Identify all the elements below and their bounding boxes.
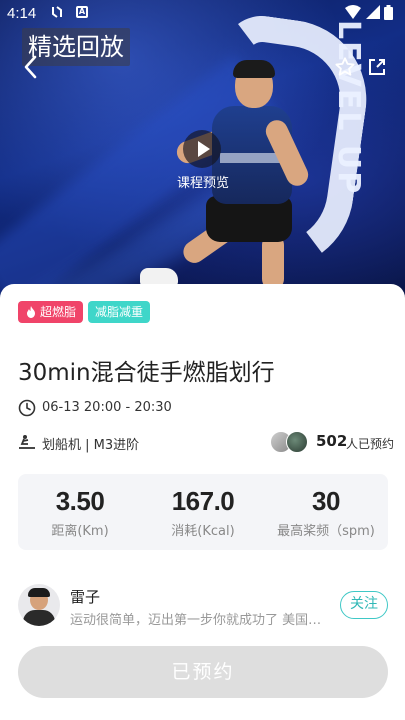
booked-suffix: 人已预约: [346, 437, 395, 451]
stat-calories: 167.0 消耗(Kcal): [141, 486, 265, 539]
stat-distance: 3.50 距离(Km): [18, 486, 142, 539]
tag-hot-label: 超燃脂: [40, 305, 77, 319]
follow-button[interactable]: 关注: [340, 591, 388, 619]
sync-icon: [52, 6, 62, 18]
cover-poster-text: LEVEL UP: [331, 20, 366, 196]
stat-label: 距离(Km): [51, 524, 109, 539]
coach-bio: 运动很简单，迈出第一步你就成功了 美国…: [70, 613, 322, 628]
coach-name[interactable]: 雷子: [70, 586, 100, 607]
favorite-star-icon[interactable]: [334, 56, 356, 78]
course-title: 30min混合徒手燃脂划行: [18, 360, 275, 386]
course-stats-panel: 3.50 距离(Km) 167.0 消耗(Kcal) 30 最高桨频（spm): [18, 474, 388, 550]
stat-label: 消耗(Kcal): [171, 524, 235, 539]
clock-icon: [18, 399, 36, 417]
status-bar: 4:14 A: [0, 0, 405, 26]
equipment-level: 划船机 | M3进阶: [42, 438, 140, 453]
course-cover-video[interactable]: LEVEL UP 精选回放 课程预览: [0, 0, 405, 300]
notification-icon: A: [76, 6, 88, 18]
preview-label[interactable]: 课程预览: [172, 172, 234, 191]
tag-hot-badge: 超燃脂: [18, 301, 84, 323]
status-time: 4:14: [7, 5, 37, 22]
battery-icon: [384, 5, 393, 20]
booked-count: 502: [316, 432, 348, 450]
stat-label: 最高桨频（spm): [277, 524, 375, 539]
back-arrow-icon[interactable]: [20, 54, 42, 80]
tag-fatloss-badge: 减脂减重: [88, 301, 151, 323]
stat-value: 3.50: [55, 486, 105, 516]
rowing-machine-icon: [19, 435, 35, 449]
stat-value: 167.0: [171, 486, 235, 516]
play-icon[interactable]: [183, 130, 221, 168]
share-icon[interactable]: [367, 57, 387, 77]
booked-user-avatars: [270, 431, 310, 453]
wifi-icon: [345, 5, 361, 19]
booked-button[interactable]: 已预约: [18, 646, 388, 698]
course-time: 06-13 20:00 - 20:30: [42, 400, 172, 415]
stat-stroke-rate: 30 最高桨频（spm): [264, 486, 388, 539]
avatar: [286, 431, 308, 453]
course-detail-card: 超燃脂 减脂减重 30min混合徒手燃脂划行 06-13 20:00 - 20:…: [0, 284, 405, 720]
stat-value: 30: [312, 486, 340, 516]
coach-avatar[interactable]: [18, 584, 60, 626]
flame-icon: [27, 306, 35, 318]
signal-icon: [366, 5, 380, 19]
